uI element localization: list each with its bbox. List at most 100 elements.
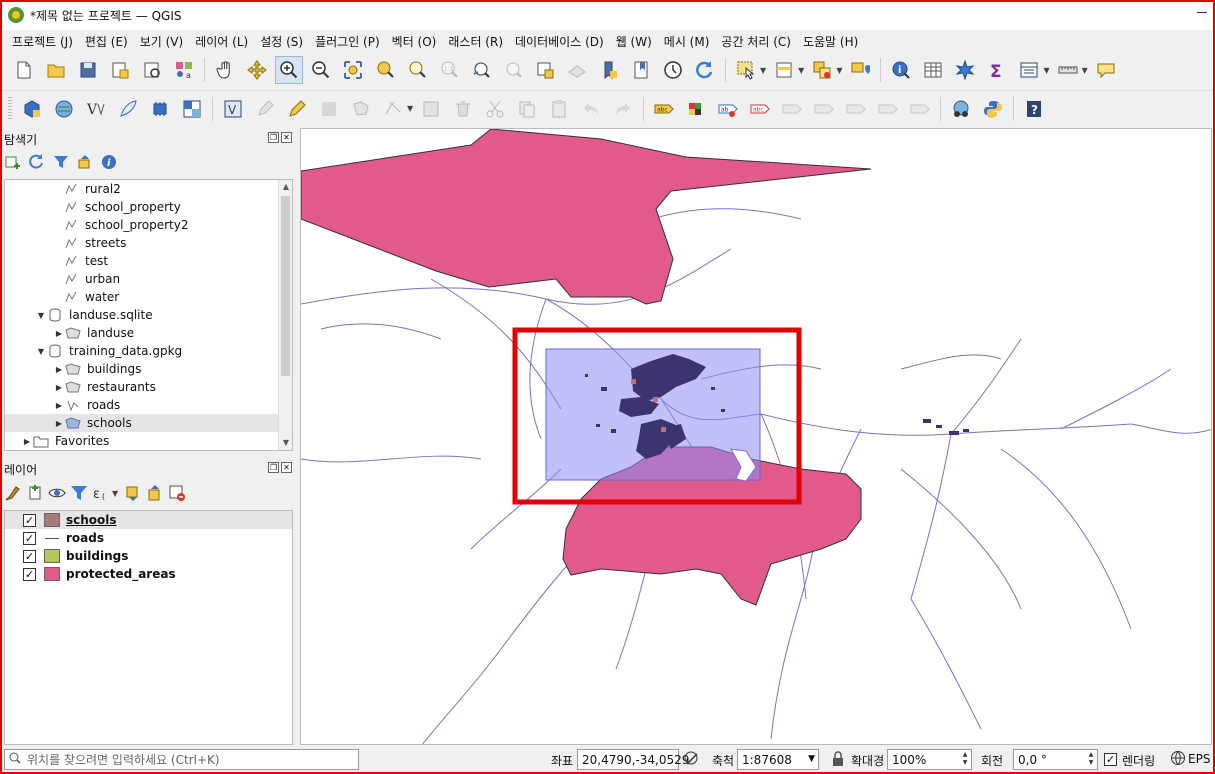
close-panel-button[interactable]: ✕	[281, 132, 292, 143]
save-edits-icon[interactable]	[315, 95, 343, 123]
browser-item[interactable]: ▶ Favorites	[5, 432, 292, 450]
scrollbar-thumb[interactable]	[281, 196, 290, 376]
toggle-editing-icon[interactable]	[251, 95, 279, 123]
crs-label[interactable]: EPS	[1188, 752, 1210, 766]
open-project-icon[interactable]	[42, 56, 70, 84]
browser-item[interactable]: water	[5, 288, 292, 306]
float-panel-button[interactable]: ❐	[268, 462, 279, 473]
layer-visibility-checkbox[interactable]: ✓	[23, 549, 36, 563]
magnifier-spin-arrows-icon[interactable]: ▲ ▼	[960, 751, 970, 768]
browser-item[interactable]: streets	[5, 234, 292, 252]
paste-features-icon[interactable]	[545, 95, 573, 123]
rotation-spinbox[interactable]: 0,0 ° ▲ ▼	[1013, 749, 1098, 770]
layer-visibility-checkbox[interactable]: ✓	[23, 513, 36, 527]
expand-arrow-icon[interactable]: ▶	[53, 419, 65, 428]
python-console-icon[interactable]	[979, 95, 1007, 123]
filter-dropdown-arrow[interactable]: ▼	[112, 489, 118, 498]
cut-features-icon[interactable]	[481, 95, 509, 123]
toolbar-handle[interactable]	[8, 96, 12, 121]
pan-map-icon[interactable]	[211, 56, 239, 84]
menu-raster[interactable]: 래스터 (R)	[442, 33, 509, 50]
add-selected-layers-icon[interactable]	[4, 153, 22, 171]
menu-plugins[interactable]: 플러그인 (P)	[309, 33, 386, 50]
refresh-icon[interactable]	[691, 56, 719, 84]
rotate-label-icon[interactable]	[842, 95, 870, 123]
deselect-dropdown-arrow[interactable]: ▼	[836, 66, 842, 75]
attribute-dropdown-arrow[interactable]: ▼	[798, 66, 804, 75]
menu-edit[interactable]: 편집 (E)	[79, 33, 134, 50]
layer-visibility-checkbox[interactable]: ✓	[23, 567, 36, 581]
map-canvas[interactable]	[300, 128, 1212, 745]
locator-search-input[interactable]: 위치를 찾으려면 입력하세요 (Ctrl+K)	[4, 749, 359, 770]
expand-arrow-icon[interactable]: ▶	[21, 437, 33, 446]
scroll-down-arrow-icon[interactable]: ▼	[279, 436, 292, 450]
help-contents-icon[interactable]: ?	[1020, 95, 1048, 123]
expand-arrow-icon[interactable]: ▶	[53, 329, 65, 338]
refresh-browser-icon[interactable]	[28, 153, 46, 171]
select-features-icon[interactable]	[732, 56, 760, 84]
menu-web[interactable]: 웹 (W)	[610, 33, 658, 50]
add-gps-layer-icon[interactable]	[146, 95, 174, 123]
vertex-dropdown-arrow[interactable]: ▼	[407, 104, 413, 113]
modify-attributes-icon[interactable]	[417, 95, 445, 123]
measure-dropdown-arrow[interactable]: ▼	[1082, 66, 1088, 75]
expand-arrow-icon[interactable]: ▶	[53, 383, 65, 392]
attribute-table-icon[interactable]	[919, 56, 947, 84]
georeferencer-icon[interactable]	[947, 95, 975, 123]
collapse-all-icon[interactable]	[76, 153, 94, 171]
temporal-controller-icon[interactable]	[659, 56, 687, 84]
layer-row-roads[interactable]: ✓ roads	[5, 529, 292, 547]
expand-arrow-icon[interactable]: ▶	[53, 401, 65, 410]
browser-item[interactable]: test	[5, 252, 292, 270]
measure-icon[interactable]	[1054, 56, 1082, 84]
properties-info-icon[interactable]: i	[100, 153, 118, 171]
browser-item[interactable]: school_property	[5, 198, 292, 216]
browser-scrollbar[interactable]: ▲ ▼	[278, 180, 292, 450]
browser-item[interactable]: ▶ roads	[5, 396, 292, 414]
browser-item[interactable]: ▼ training_data.gpkg	[5, 342, 292, 360]
field-calculator-icon[interactable]	[951, 56, 979, 84]
new-bookmark-icon[interactable]	[595, 56, 623, 84]
scale-dropdown-arrow-icon[interactable]: ▼	[808, 754, 815, 764]
remove-layer-icon[interactable]	[168, 484, 186, 502]
add-delimited-text-icon[interactable]: V	[82, 95, 110, 123]
zoom-next-icon[interactable]	[499, 56, 527, 84]
layer-row-protected-areas[interactable]: ✓ protected_areas	[5, 565, 292, 583]
add-group-icon[interactable]	[26, 484, 44, 502]
copy-features-icon[interactable]	[513, 95, 541, 123]
layer-visibility-checkbox[interactable]: ✓	[23, 531, 36, 545]
expand-all-icon[interactable]	[124, 484, 142, 502]
zoom-to-selection-icon[interactable]	[371, 56, 399, 84]
menu-view[interactable]: 보기 (V)	[134, 33, 189, 50]
browser-item[interactable]: urban	[5, 270, 292, 288]
save-project-icon[interactable]	[74, 56, 102, 84]
pan-to-selection-icon[interactable]	[243, 56, 271, 84]
statistics-icon[interactable]: Σ	[983, 56, 1011, 84]
map-tips-icon[interactable]	[1092, 56, 1120, 84]
expand-arrow-icon[interactable]: ▶	[53, 365, 65, 374]
menu-vector[interactable]: 벡터 (O)	[386, 33, 443, 50]
style-manager-icon[interactable]: a	[170, 56, 198, 84]
collapse-all-layers-icon[interactable]	[146, 484, 164, 502]
layer-styling-icon[interactable]	[4, 484, 22, 502]
crs-globe-icon[interactable]	[1170, 750, 1188, 768]
collapse-arrow-icon[interactable]: ▼	[35, 311, 47, 320]
toolbox-icon[interactable]	[1015, 56, 1043, 84]
menu-mesh[interactable]: 메시 (M)	[658, 33, 716, 50]
toggle-extents-icon[interactable]	[683, 750, 701, 768]
undo-icon[interactable]	[577, 95, 605, 123]
minimize-button[interactable]	[1197, 4, 1209, 24]
highlight-labels-icon[interactable]: abc	[746, 95, 774, 123]
vertex-tool-icon[interactable]	[379, 95, 407, 123]
new-3d-map-view-icon[interactable]	[563, 56, 591, 84]
browser-item[interactable]: ▼ landuse.sqlite	[5, 306, 292, 324]
lock-scale-icon[interactable]	[830, 750, 848, 768]
layer-row-schools[interactable]: ✓ schools	[5, 511, 292, 529]
add-feature-icon[interactable]	[347, 95, 375, 123]
label-tool-icon[interactable]: abc	[650, 95, 678, 123]
add-mesh-layer-icon[interactable]	[178, 95, 206, 123]
zoom-native-icon[interactable]: 1:1	[435, 56, 463, 84]
new-map-view-icon[interactable]	[531, 56, 559, 84]
show-bookmarks-icon[interactable]	[627, 56, 655, 84]
browser-item[interactable]: ▶ landuse	[5, 324, 292, 342]
